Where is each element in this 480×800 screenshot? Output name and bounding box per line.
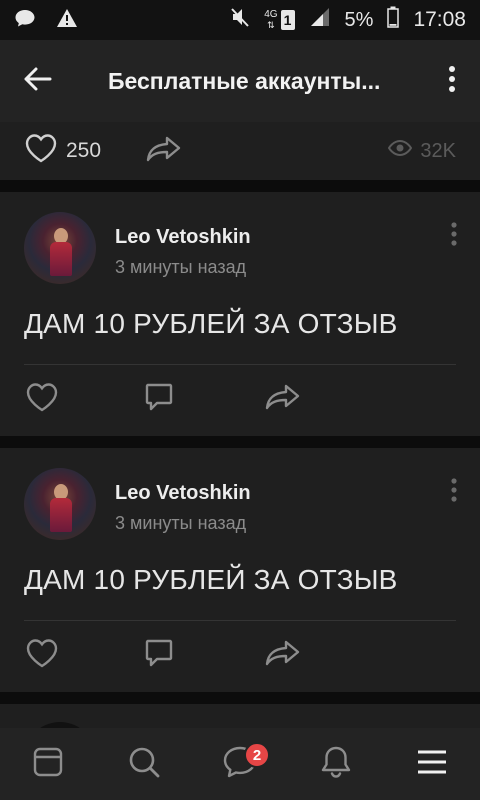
post-more-button[interactable] [450, 222, 458, 251]
comment-icon [144, 638, 174, 673]
menu-icon [416, 748, 448, 781]
divider [24, 620, 456, 621]
more-vertical-icon [450, 478, 458, 506]
share-icon [264, 383, 302, 416]
post-card-partial [0, 704, 480, 794]
like-button[interactable] [24, 382, 144, 417]
alert-icon [56, 8, 78, 33]
tab-search[interactable] [114, 734, 174, 794]
post-more-button[interactable] [450, 478, 458, 507]
avatar[interactable] [24, 468, 96, 540]
search-icon [127, 745, 161, 784]
network-type: 4G ⇅ [264, 9, 278, 31]
mute-icon [230, 6, 250, 34]
post-actions [24, 382, 384, 417]
share-button[interactable] [264, 639, 384, 672]
signal-icon [309, 7, 331, 33]
share-button[interactable] [264, 383, 384, 416]
like-button[interactable]: 250 [24, 133, 101, 169]
post-author[interactable]: Leo Vetoshkin [115, 482, 251, 505]
back-button[interactable] [0, 40, 76, 122]
clock: 17:08 [413, 8, 466, 31]
avatar[interactable] [24, 212, 96, 284]
news-icon [32, 746, 64, 783]
comment-button[interactable] [144, 638, 264, 673]
like-count: 250 [66, 139, 102, 162]
sim-indicator: 1 [280, 10, 295, 30]
tab-menu[interactable] [402, 734, 462, 794]
like-button[interactable] [24, 638, 144, 673]
comment-icon [144, 382, 174, 417]
post-author[interactable]: Leo Vetoshkin [115, 226, 251, 249]
more-button[interactable] [424, 40, 480, 122]
views-counter: 32K [388, 139, 456, 163]
share-icon [145, 135, 183, 168]
divider [24, 364, 456, 365]
post-actions [24, 638, 384, 673]
tab-news[interactable] [18, 734, 78, 794]
more-vertical-icon [450, 222, 458, 250]
heart-icon [24, 638, 60, 673]
post-footer-card: 250 32K [0, 122, 480, 180]
page-title: Бесплатные аккаунты... [108, 67, 381, 94]
heart-icon [24, 382, 60, 417]
battery-percent: 5% [344, 8, 374, 31]
app-bar: Бесплатные аккаунты... [0, 40, 480, 122]
post-text: ДАМ 10 РУБЛЕЙ ЗА ОТЗЫВ [24, 564, 398, 595]
share-button[interactable] [145, 135, 183, 168]
message-icon [14, 8, 36, 33]
heart-icon [24, 133, 58, 169]
battery-icon [387, 6, 400, 34]
bottom-tab-bar: 2 [0, 728, 480, 800]
eye-icon [388, 139, 413, 163]
bell-icon [320, 745, 352, 784]
status-bar: 4G ⇅ 1 5% 17:08 [0, 0, 480, 40]
comment-button[interactable] [144, 382, 264, 417]
more-vertical-icon [448, 65, 456, 97]
post-card: Leo Vetoshkin 3 минуты назад ДАМ 10 РУБЛ… [0, 192, 480, 436]
tab-messages[interactable]: 2 [210, 734, 270, 794]
post-time: 3 минуты назад [115, 257, 247, 277]
messages-badge: 2 [244, 742, 270, 768]
views-count: 32K [420, 139, 456, 162]
arrow-left-icon [24, 67, 52, 96]
post-text: ДАМ 10 РУБЛЕЙ ЗА ОТЗЫВ [24, 308, 398, 339]
tab-notifications[interactable] [306, 734, 366, 794]
share-icon [264, 639, 302, 672]
post-card: Leo Vetoshkin 3 минуты назад ДАМ 10 РУБЛ… [0, 448, 480, 692]
post-time: 3 минуты назад [115, 513, 247, 533]
